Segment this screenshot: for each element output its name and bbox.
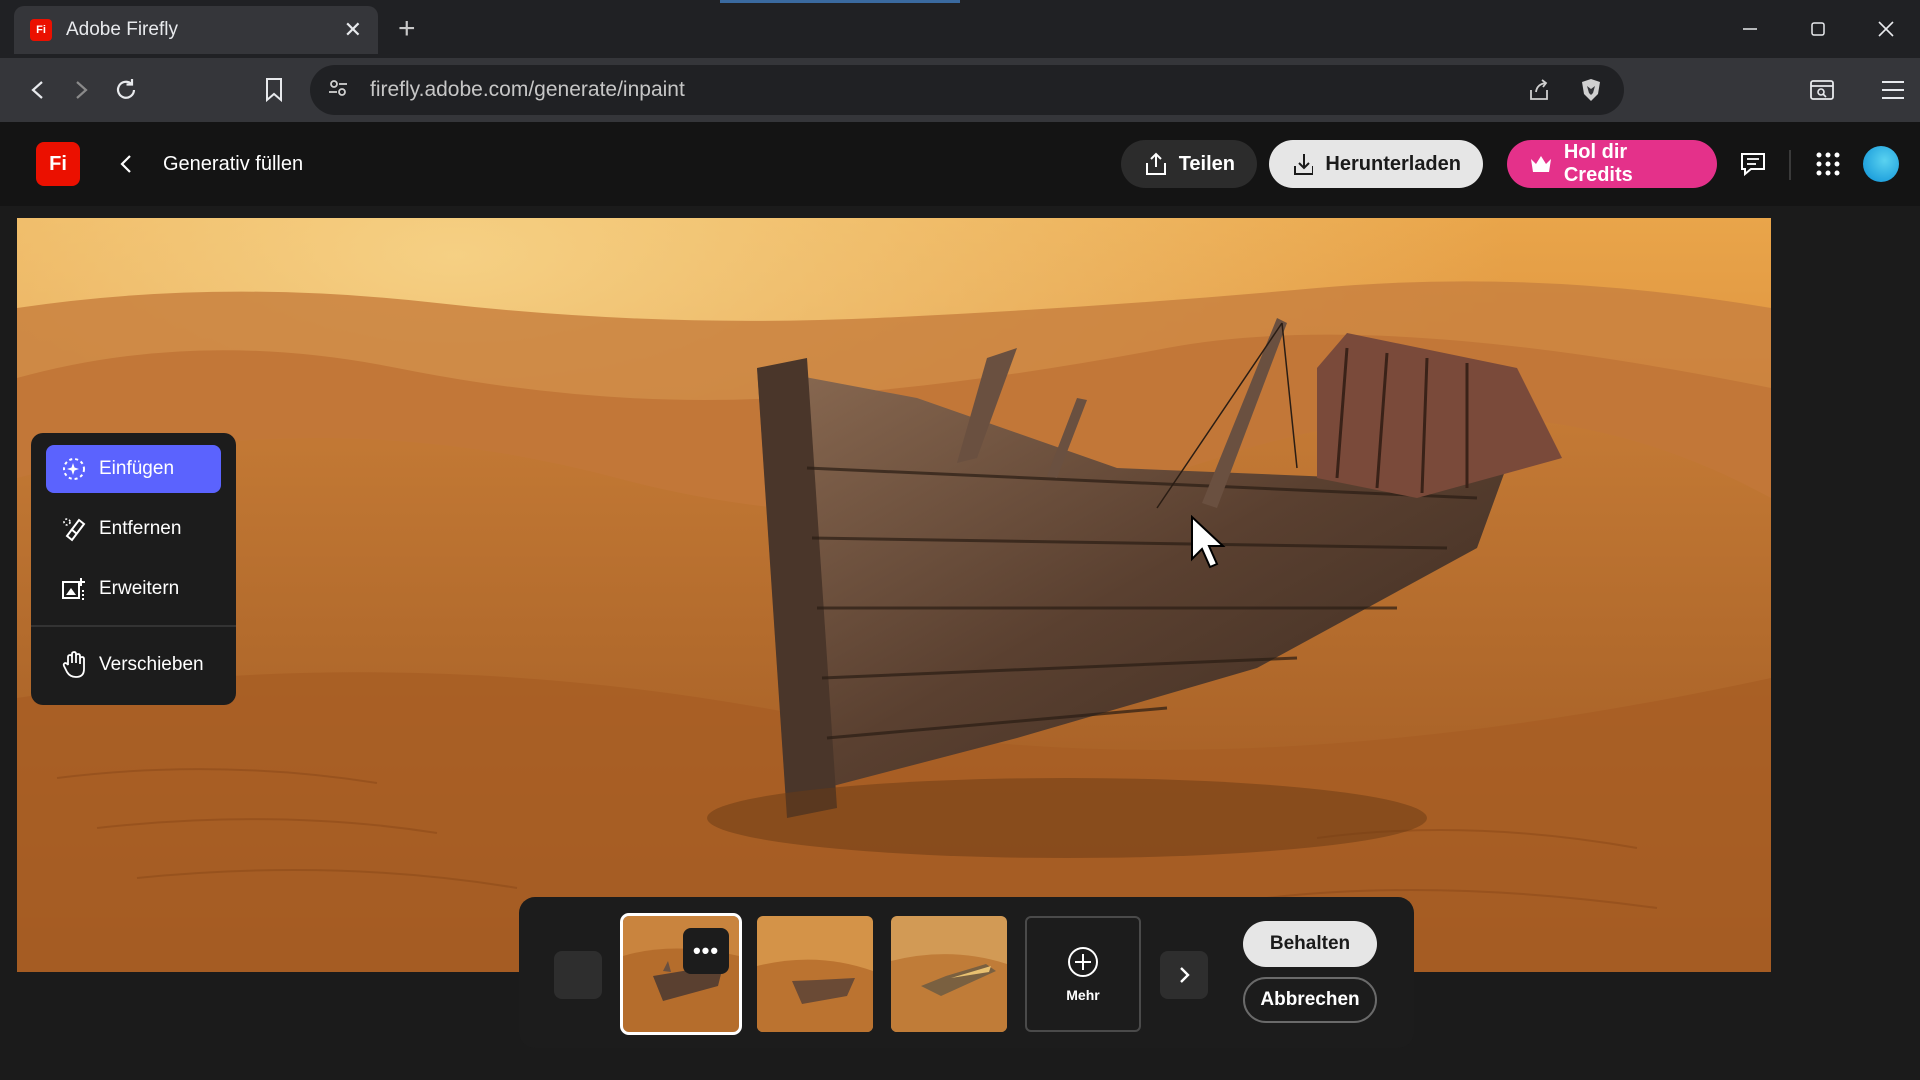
firefly-favicon-icon: Fi (30, 19, 52, 41)
crown-icon (1531, 156, 1551, 172)
generated-image-shipwreck[interactable] (17, 218, 1771, 972)
tool-remove[interactable]: Entfernen (46, 505, 221, 553)
tool-expand-label: Erweitern (99, 578, 180, 599)
mouse-cursor-icon (1190, 514, 1226, 574)
next-chevron-icon[interactable] (1160, 951, 1208, 999)
tab-close-icon[interactable]: ✕ (344, 17, 362, 43)
browser-tab-bar: Fi Adobe Firefly ✕ + (0, 0, 1920, 58)
window-controls (1716, 0, 1920, 58)
plus-circle-icon (1068, 947, 1098, 977)
url-text[interactable]: firefly.adobe.com/generate/inpaint (370, 78, 1502, 102)
tool-remove-label: Entfernen (99, 518, 182, 539)
credits-label: Hol dir Credits (1563, 141, 1633, 186)
back-chevron-icon[interactable] (110, 146, 142, 182)
browser-tab-active[interactable]: Fi Adobe Firefly ✕ (14, 6, 378, 54)
variation-thumbnail-2[interactable] (757, 916, 873, 1032)
variations-bar: ••• Mehr Behalten Abbrechen (519, 897, 1414, 1048)
more-variations-button[interactable]: Mehr (1025, 916, 1141, 1032)
reload-icon[interactable] (108, 72, 144, 108)
share-icon (1146, 152, 1166, 175)
tool-expand[interactable]: Erweitern (46, 565, 221, 613)
maximize-icon[interactable] (1784, 0, 1852, 58)
download-label: Herunterladen (1325, 152, 1461, 175)
firefly-logo[interactable]: Fi (36, 142, 80, 186)
variation-thumbnail-1[interactable]: ••• (620, 913, 742, 1035)
variation-options-icon[interactable]: ••• (683, 928, 729, 974)
bookmark-icon[interactable] (256, 72, 292, 108)
get-credits-button[interactable]: Hol dir Credits (1507, 140, 1717, 188)
user-avatar[interactable] (1863, 146, 1899, 182)
cancel-button[interactable]: Abbrechen (1243, 977, 1377, 1023)
tool-panel: Einfügen Entfernen Erweitern Verschieben (31, 433, 236, 705)
brave-shield-icon[interactable] (1576, 75, 1606, 105)
insert-sparkle-icon (63, 458, 85, 480)
tool-move[interactable]: Verschieben (46, 641, 221, 689)
tool-divider (31, 625, 236, 627)
hand-icon (62, 651, 85, 678)
header-divider (1789, 150, 1791, 180)
share-label: Teilen (1178, 152, 1235, 175)
new-tab-button[interactable]: + (398, 12, 416, 46)
reader-mode-icon[interactable] (1804, 72, 1840, 108)
apps-grid-icon[interactable] (1812, 148, 1844, 180)
minimize-icon[interactable] (1716, 0, 1784, 58)
eraser-icon (63, 518, 86, 542)
expand-icon (62, 578, 85, 600)
site-settings-icon[interactable] (328, 78, 348, 103)
variation-thumbnail-3[interactable] (891, 916, 1007, 1032)
close-window-icon[interactable] (1852, 0, 1920, 58)
share-page-icon[interactable] (1524, 75, 1554, 105)
tool-insert[interactable]: Einfügen (46, 445, 221, 493)
keep-button[interactable]: Behalten (1243, 921, 1377, 967)
back-arrow-icon[interactable] (20, 72, 56, 108)
download-button[interactable]: Herunterladen (1269, 140, 1483, 188)
page-title: Generativ füllen (163, 153, 304, 175)
app-header: Fi Generativ füllen Teilen Herunterladen… (0, 122, 1920, 206)
feedback-icon[interactable] (1737, 148, 1769, 180)
address-bar[interactable]: firefly.adobe.com/generate/inpaint (310, 65, 1624, 115)
tab-title: Adobe Firefly (66, 19, 178, 40)
browser-menu-icon[interactable] (1875, 72, 1911, 108)
tool-insert-label: Einfügen (99, 458, 175, 479)
share-button[interactable]: Teilen (1121, 140, 1257, 188)
previous-button[interactable] (554, 951, 602, 999)
loading-indicator (720, 0, 960, 3)
download-icon (1294, 154, 1314, 175)
tool-move-label: Verschieben (99, 654, 204, 675)
forward-arrow-icon[interactable] (63, 72, 99, 108)
browser-toolbar: firefly.adobe.com/generate/inpaint (0, 58, 1920, 122)
more-label: Mehr (1066, 987, 1100, 1003)
